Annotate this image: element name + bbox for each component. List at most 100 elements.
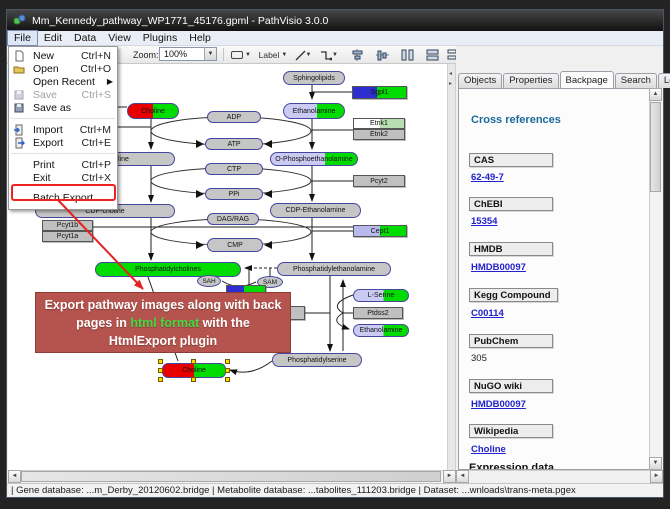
cross-references-heading: Cross references bbox=[471, 114, 561, 126]
common-width-button[interactable] bbox=[423, 48, 441, 62]
app-icon[interactable] bbox=[13, 14, 26, 27]
node-dag[interactable]: DAG/RAG bbox=[207, 213, 259, 225]
node-etnk1[interactable]: Etnk1 bbox=[353, 118, 405, 129]
node-atp[interactable]: ATP bbox=[205, 138, 263, 150]
file-menu-export[interactable]: ExportCtrl+E bbox=[9, 136, 117, 149]
scroll-left-icon[interactable]: ◄ bbox=[8, 470, 21, 483]
xref-link[interactable]: Choline bbox=[471, 444, 506, 455]
node-ethanolamine-2[interactable]: Ethanolamine bbox=[353, 324, 409, 337]
tab-objects[interactable]: Objects bbox=[458, 73, 502, 88]
selection-handle[interactable] bbox=[225, 368, 230, 373]
file-menu-save[interactable]: SaveCtrl+S bbox=[9, 88, 117, 101]
node-choline[interactable]: Choline bbox=[127, 103, 179, 119]
scroll-right-icon[interactable]: ► bbox=[650, 470, 663, 483]
tab-backpage[interactable]: Backpage bbox=[560, 71, 614, 88]
panel-vertical-scrollbar[interactable]: ▲ ▼ bbox=[649, 88, 662, 470]
tab-search[interactable]: Search bbox=[615, 73, 657, 88]
file-menu: NewCtrl+N OpenCtrl+O Open Recent▶ SaveCt… bbox=[8, 46, 118, 210]
menu-view[interactable]: View bbox=[102, 31, 137, 45]
node-cept1[interactable]: Cept1 bbox=[353, 225, 407, 237]
node-ptdss2[interactable]: Ptdss2 bbox=[353, 307, 403, 319]
node-ctp[interactable]: CTP bbox=[205, 163, 263, 175]
chevron-down-icon: ▼ bbox=[332, 52, 338, 58]
scroll-thumb[interactable] bbox=[21, 471, 441, 482]
export-icon bbox=[13, 137, 25, 149]
scroll-right-icon[interactable]: ► bbox=[443, 470, 456, 483]
file-menu-save-as[interactable]: Save as bbox=[9, 101, 117, 114]
node-etnk2[interactable]: Etnk2 bbox=[353, 129, 405, 140]
chevron-down-icon: ▼ bbox=[245, 52, 251, 58]
selection-handle[interactable] bbox=[191, 359, 196, 364]
gene-tool-button[interactable]: ▼ bbox=[228, 48, 254, 62]
selection-handle[interactable] bbox=[158, 377, 163, 382]
panel-splitter[interactable]: ◂ ▸ bbox=[447, 64, 456, 470]
align-vertical-button[interactable] bbox=[373, 48, 391, 62]
chevron-down-icon[interactable]: ▼ bbox=[204, 48, 216, 60]
backpage-content: Cross references CAS 62-49-7 ChEBI 15354… bbox=[458, 88, 661, 470]
selection-handle[interactable] bbox=[225, 359, 230, 364]
file-menu-print[interactable]: PrintCtrl+P bbox=[9, 158, 117, 171]
node-cmp[interactable]: CMP bbox=[207, 238, 263, 252]
canvas-horizontal-scrollbar[interactable]: ◄ ► bbox=[8, 470, 456, 483]
node-sgpl1[interactable]: Sgpl1 bbox=[352, 86, 407, 99]
file-menu-import[interactable]: ImportCtrl+M bbox=[9, 123, 117, 136]
menu-file[interactable]: File bbox=[7, 30, 38, 46]
node-choline-selected[interactable]: Choline bbox=[162, 363, 226, 378]
zoom-combo[interactable]: 100% ▼ bbox=[159, 47, 217, 61]
common-height-button[interactable] bbox=[398, 48, 416, 62]
node-phosphatidylcholines[interactable]: Phosphatidylcholines bbox=[95, 262, 241, 277]
file-menu-exit[interactable]: ExitCtrl+X bbox=[9, 171, 117, 184]
node-ethanolamine[interactable]: Ethanolamine bbox=[283, 103, 345, 119]
tab-properties[interactable]: Properties bbox=[503, 73, 558, 88]
node-phosphatidylserine[interactable]: Phosphatidylserine bbox=[272, 353, 362, 367]
node-phosphatidylethanolamine[interactable]: Phosphatidylethanolamine bbox=[277, 262, 391, 276]
import-icon bbox=[13, 124, 25, 136]
node-adp[interactable]: ADP bbox=[207, 111, 261, 123]
file-menu-new[interactable]: NewCtrl+N bbox=[9, 49, 117, 62]
menu-plugins[interactable]: Plugins bbox=[137, 31, 183, 45]
align-horizontal-icon bbox=[351, 49, 364, 61]
chevron-down-icon: ▼ bbox=[281, 52, 287, 58]
xref-link[interactable]: HMDB00097 bbox=[471, 399, 526, 410]
file-menu-open[interactable]: OpenCtrl+O bbox=[9, 62, 117, 75]
selection-handle[interactable] bbox=[158, 368, 163, 373]
xref-link[interactable]: 62-49-7 bbox=[471, 172, 504, 183]
menu-help[interactable]: Help bbox=[183, 31, 217, 45]
node-sphingolipids[interactable]: Sphingolipids bbox=[283, 71, 345, 85]
menu-edit[interactable]: Edit bbox=[38, 31, 68, 45]
menu-data[interactable]: Data bbox=[68, 31, 102, 45]
line-tool-button[interactable]: ▼ bbox=[292, 48, 314, 62]
xref-link[interactable]: C00114 bbox=[471, 308, 504, 319]
scroll-left-icon[interactable]: ◄ bbox=[456, 470, 469, 483]
tab-legend[interactable]: Legend bbox=[658, 73, 670, 88]
node-pcyt2[interactable]: Pcyt2 bbox=[353, 175, 405, 187]
node-pcyt1a[interactable]: Pcyt1a bbox=[42, 231, 93, 242]
xref-link[interactable]: HMDB00097 bbox=[471, 262, 526, 273]
label-tool-button[interactable]: Label ▼ bbox=[257, 48, 289, 62]
align-horizontal-button[interactable] bbox=[348, 48, 366, 62]
selection-handle[interactable] bbox=[191, 377, 196, 382]
node-pcyt1b[interactable]: Pcyt1b bbox=[42, 220, 93, 231]
node-ppi[interactable]: PPi bbox=[205, 188, 263, 200]
xref-link[interactable]: 15354 bbox=[471, 216, 497, 227]
title-bar[interactable]: Mm_Kennedy_pathway_WP1771_45176.gpml - P… bbox=[7, 10, 663, 31]
collapse-left-icon[interactable]: ◂ bbox=[449, 70, 452, 77]
selection-handle[interactable] bbox=[158, 359, 163, 364]
selection-handle[interactable] bbox=[225, 377, 230, 382]
chevron-down-icon: ▼ bbox=[306, 52, 312, 58]
collapse-right-icon[interactable]: ▸ bbox=[449, 80, 452, 87]
node-o-phosphoethanolamine[interactable]: O-Phosphoethanolamine bbox=[270, 152, 358, 166]
node-sah[interactable]: SAH bbox=[197, 275, 221, 287]
file-menu-open-recent[interactable]: Open Recent▶ bbox=[9, 75, 117, 88]
node-l-serine[interactable]: L-Serine bbox=[353, 289, 409, 302]
menu-bar: File Edit Data View Plugins Help bbox=[7, 31, 663, 46]
connector-tool-button[interactable]: ▼ bbox=[317, 48, 341, 62]
open-folder-icon bbox=[13, 63, 25, 75]
panel-horizontal-scrollbar[interactable]: ◄ ► bbox=[456, 470, 663, 483]
xref-db-header: ChEBI bbox=[469, 197, 553, 211]
node-cdp-ethanolamine[interactable]: CDP-Ethanolamine bbox=[270, 203, 361, 218]
pathvisio-window: Mm_Kennedy_pathway_WP1771_45176.gpml - P… bbox=[6, 9, 664, 498]
scroll-up-icon[interactable]: ▲ bbox=[649, 88, 662, 101]
scroll-down-icon[interactable]: ▼ bbox=[649, 457, 662, 470]
scroll-thumb[interactable] bbox=[650, 102, 661, 192]
